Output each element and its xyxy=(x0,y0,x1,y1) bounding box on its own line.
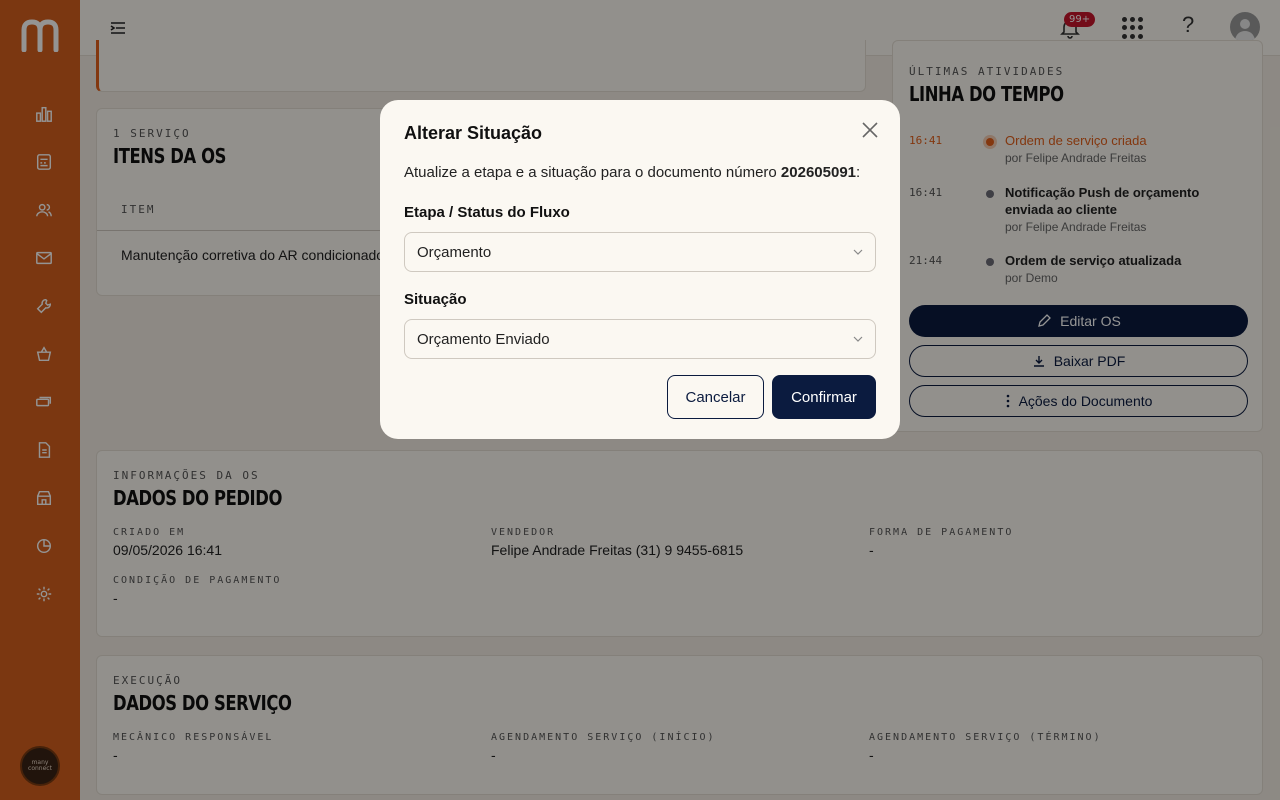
confirm-button[interactable]: Confirmar xyxy=(772,375,876,419)
situation-label: Situação xyxy=(404,291,467,308)
document-number: 202605091 xyxy=(780,164,857,181)
modal-title: Alterar Situação xyxy=(404,123,543,143)
change-status-modal: Alterar Situação Atualize a etapa e a si… xyxy=(380,100,900,439)
chevron-down-icon xyxy=(853,249,863,255)
stage-label: Etapa / Status do Fluxo xyxy=(404,204,570,221)
modal-description: Atualize a etapa e a situação para o doc… xyxy=(404,164,861,181)
close-icon[interactable] xyxy=(860,120,880,140)
situation-select[interactable]: Orçamento Enviado xyxy=(404,319,876,359)
cancel-button[interactable]: Cancelar xyxy=(667,375,764,419)
chevron-down-icon xyxy=(853,336,863,342)
stage-select[interactable]: Orçamento xyxy=(404,232,876,272)
